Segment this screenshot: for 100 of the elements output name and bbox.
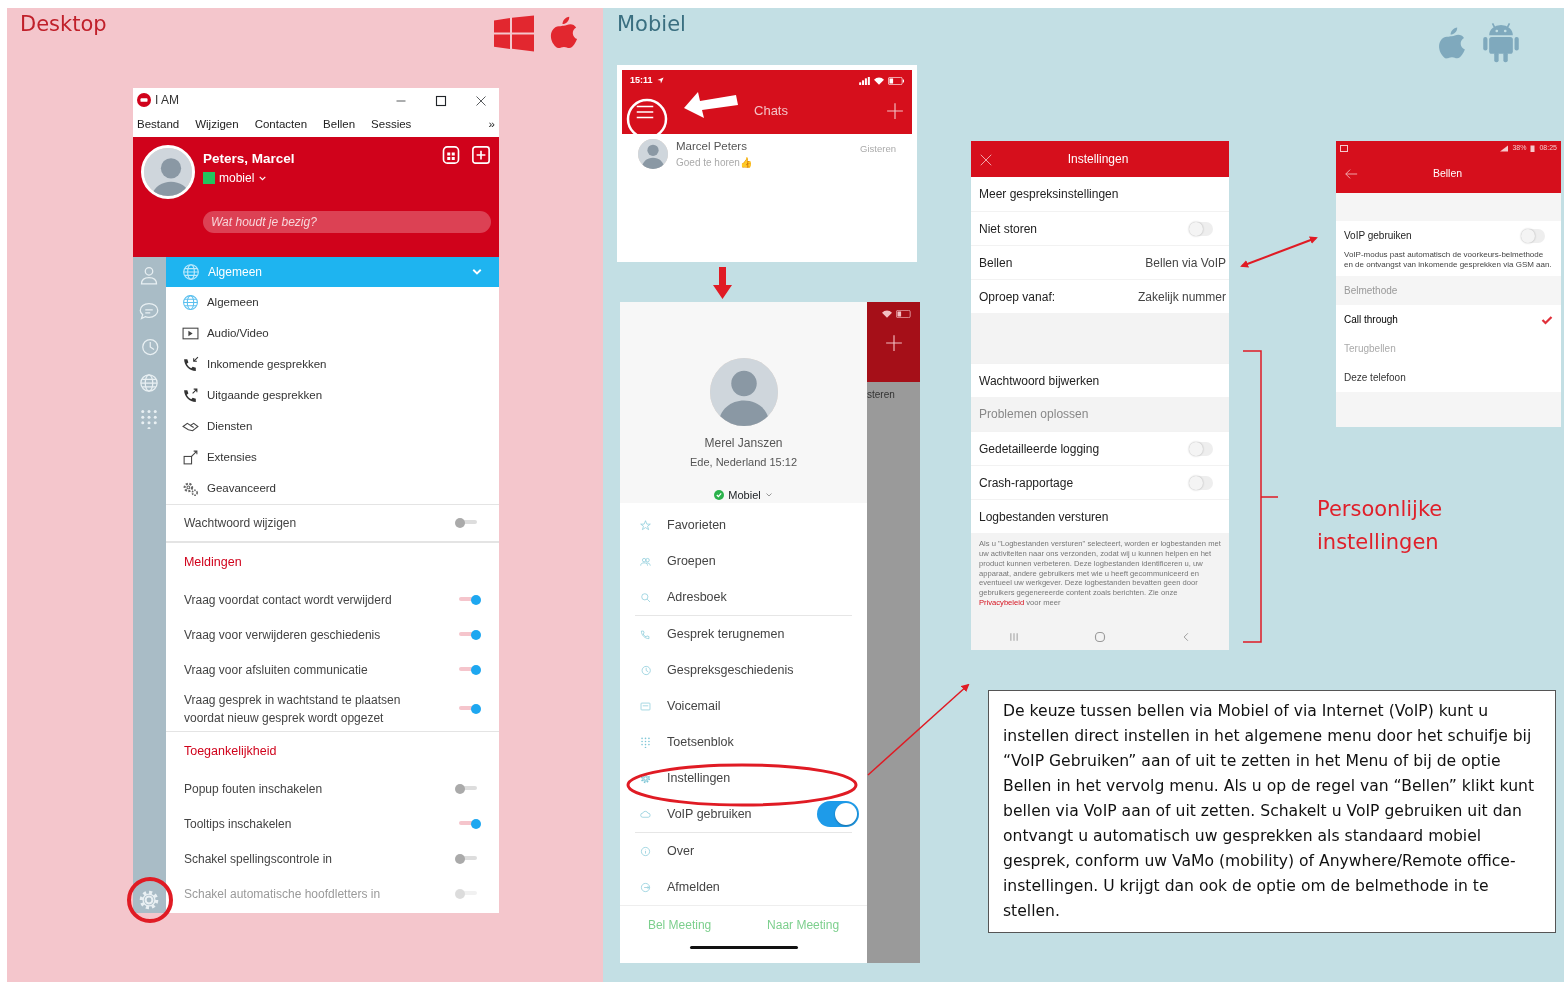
menu-item[interactable]: Groepen <box>667 551 859 571</box>
toggle-switch[interactable] <box>1189 221 1213 236</box>
caret-icon[interactable] <box>764 490 773 499</box>
menu-item[interactable]: Adresboek <box>667 587 859 607</box>
recent-apps-icon[interactable] <box>1008 632 1019 642</box>
location-icon <box>656 77 664 85</box>
status-indicator <box>203 172 215 185</box>
wifi-icon <box>882 310 892 318</box>
phone-icon <box>640 628 651 640</box>
pointer-arrow <box>684 92 738 118</box>
setting-label: Vraag gesprek in wachtstand te plaatsen voordat nieuw gesprek wordt opgezet <box>183 692 402 727</box>
check-icon <box>1541 313 1553 326</box>
menu-item[interactable]: Afmelden <box>667 877 859 897</box>
setting-label: Vraag voor afsluiten communicatie <box>183 661 369 679</box>
toggle-switch[interactable] <box>1521 228 1545 243</box>
battery-icon <box>896 310 912 318</box>
gears-icon <box>181 480 199 497</box>
screen-title: Instellingen <box>1066 151 1130 168</box>
settings-icon[interactable] <box>138 889 161 911</box>
message-preview: Goed te horen👍 <box>676 156 753 171</box>
message-time: Gisteren <box>860 142 896 156</box>
settings-category-link[interactable]: Algemeen <box>206 293 259 312</box>
close-icon <box>475 94 487 107</box>
star-icon <box>640 519 651 531</box>
menu-item[interactable]: Gespreksgeschiedenis <box>667 660 859 680</box>
radio-option: Terugbellen <box>1344 341 1553 356</box>
chat-icon[interactable] <box>139 301 160 321</box>
toggle-switch[interactable] <box>1189 441 1213 456</box>
dialpad-icon[interactable] <box>139 409 160 429</box>
setting-value[interactable]: Zakelijk nummer <box>1137 287 1226 306</box>
setting-label: Vraag voordat contact wordt verwijderd <box>183 591 393 609</box>
settings-icon <box>640 772 651 784</box>
menu-item[interactable]: Instellingen <box>667 768 859 788</box>
home-icon[interactable] <box>1094 631 1106 643</box>
setting-label: Tooltips inschakelen <box>183 815 293 833</box>
signal-icon <box>1500 144 1509 152</box>
menu-item[interactable]: Contacten <box>254 115 308 134</box>
voicemail-icon <box>640 700 651 712</box>
location-text: Ede, Nederland 15:12 <box>690 455 797 470</box>
section-heading: Belmethode <box>1344 284 1398 298</box>
toggle-switch[interactable] <box>817 801 859 827</box>
dialpad-icon <box>640 736 651 748</box>
settings-category-link[interactable]: Diensten <box>206 417 253 436</box>
settings-category-link[interactable]: Inkomende gesprekken <box>206 355 327 374</box>
section-heading: Toegankelijkheid <box>165 731 499 771</box>
profile-avatar <box>141 145 195 199</box>
battery-icon <box>1530 144 1536 152</box>
explanation-text: De keuze tussen bellen via Mobiel of via Internet (VoIP) kunt u instellen direct instellen in het algemene menu door het schuifje bij “VoIP Gebruiken” aan of uit te zetten in het Menu of bij de optie Bellen in het vervolg menu. Als u op de regel van “Bellen” klikt kunt bellen via VoIP aan of uit zetten. Schakelt u VoIP gebruiken uit dan ontvangt u automatisch uw gesprekken als standaard mobiel gesprek, conform uw VaMo (mobility) of Anywhere/Remote office-instellingen. U krijgt dan ook de optie om de belmethode in te stellen. <box>988 690 1556 933</box>
setting-description: VoIP-modus past automatisch de voorkeurs-belmethode en de ontvangst van inkomende gesprekken via GSM aan. <box>1336 250 1561 276</box>
add-icon <box>884 334 903 352</box>
contacts-icon[interactable] <box>139 265 160 285</box>
screen-title: Bellen <box>1431 166 1464 182</box>
globe-icon <box>181 263 200 281</box>
menu-item[interactable]: Wijzigen <box>195 115 239 134</box>
menu-item[interactable]: Sessies <box>371 115 412 134</box>
menu-item[interactable]: Bellen <box>323 115 356 134</box>
incoming-call-icon <box>181 356 199 373</box>
outgoing-call-icon <box>181 387 199 404</box>
battery-icon <box>888 76 904 85</box>
back-icon[interactable] <box>1344 167 1358 181</box>
settings-category-link[interactable]: Geavanceerd <box>206 479 276 498</box>
settings-category-link[interactable]: Uitgaande gesprekken <box>206 386 323 405</box>
menu-item[interactable]: Over <box>667 841 859 861</box>
call-history-icon[interactable] <box>139 337 160 357</box>
section-title: Desktop <box>20 11 107 38</box>
settings-category-link[interactable]: Audio/Video <box>206 324 269 343</box>
status-label[interactable]: mobiel <box>219 169 255 188</box>
android-logo <box>1480 20 1522 64</box>
signal-icon <box>859 76 870 85</box>
chat-list-item[interactable]: Marcel Peters Goed te horen👍 Gisteren <box>622 134 912 175</box>
search-icon <box>640 591 651 603</box>
close-icon <box>979 152 993 167</box>
toggle-switch[interactable] <box>1189 475 1213 490</box>
menu-item[interactable]: Bestand <box>137 115 180 134</box>
settings-category-link[interactable]: Extensies <box>206 448 257 467</box>
setting-label: Crash-rapportage <box>979 474 1075 492</box>
setting-label: Oproep vanaf: <box>979 288 1057 306</box>
overflow-menu[interactable]: » <box>488 115 495 134</box>
globe-icon <box>181 294 199 311</box>
section-title: Mobiel <box>617 11 686 38</box>
globe-icon[interactable] <box>139 373 160 393</box>
info-icon <box>640 845 651 857</box>
menu-item[interactable]: VoIP gebruiken <box>667 804 801 824</box>
partial-text: steren <box>867 388 896 402</box>
status-label[interactable]: Mobiel <box>728 486 761 503</box>
setting-label: VoIP gebruiken <box>1344 229 1413 243</box>
menu-item[interactable]: Gesprek terugnemen <box>667 624 859 644</box>
contacts-card-icon[interactable] <box>441 145 461 165</box>
setting-value[interactable]: Bellen via VoIP <box>1145 253 1226 272</box>
app-logo-icon <box>137 93 151 107</box>
extension-icon <box>181 449 199 466</box>
logout-icon <box>640 881 651 893</box>
window-title: I AM <box>155 92 179 109</box>
profile-name: Merel Janszen <box>704 435 783 452</box>
setting-label: Vraag voor verwijderen geschiedenis <box>183 626 382 644</box>
menu-item[interactable]: Voicemail <box>667 696 859 716</box>
section-heading: Problemen oplossen <box>979 406 1089 423</box>
menu-item[interactable]: Toetsenblok <box>667 732 859 752</box>
menu-item[interactable]: Favorieten <box>667 515 859 535</box>
section-heading: Meldingen <box>165 542 499 582</box>
